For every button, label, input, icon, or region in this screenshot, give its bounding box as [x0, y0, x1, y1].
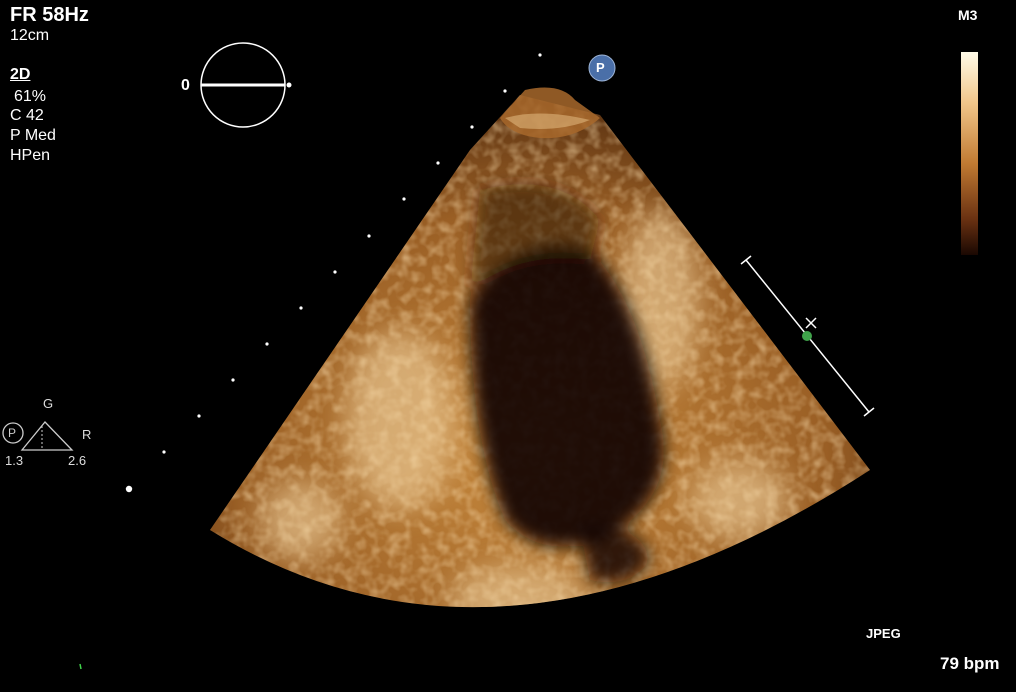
- format-label: JPEG: [866, 626, 901, 641]
- overlay-graphics: [2, 42, 978, 670]
- depth-scale-dots: [125, 53, 542, 493]
- harmonic-label: HPen: [10, 147, 51, 164]
- colormap-bar: [961, 52, 978, 255]
- orientation-right-label: R: [82, 427, 92, 442]
- orientation-top-label: G: [43, 396, 54, 411]
- angle-indicator: [200, 42, 292, 128]
- mode-label: 2D: [10, 66, 31, 83]
- caliper-handle-icon[interactable]: [802, 331, 812, 341]
- depth-label: 12cm: [10, 27, 50, 44]
- compression-label: C 42: [10, 107, 44, 124]
- probe-marker-label: P: [596, 60, 605, 75]
- angle-value: 0: [181, 77, 190, 94]
- orientation-left-value: 1.3: [5, 453, 24, 468]
- colormap-label: M3: [958, 7, 978, 23]
- power-label: P Med: [10, 127, 56, 144]
- measurement-caliper[interactable]: [740, 255, 875, 417]
- orientation-right-value: 2.6: [68, 453, 87, 468]
- orientation-marker-label: P: [8, 426, 17, 440]
- gain-label: 61%: [14, 88, 47, 105]
- ultrasound-screen: FR 58Hz 12cm 2D 61% C 42 P Med HPen 0 M3…: [0, 0, 1016, 692]
- ecg-marker: [79, 663, 82, 670]
- heart-rate-label: 79 bpm: [940, 654, 1000, 673]
- frame-rate-label: FR 58Hz: [10, 4, 89, 26]
